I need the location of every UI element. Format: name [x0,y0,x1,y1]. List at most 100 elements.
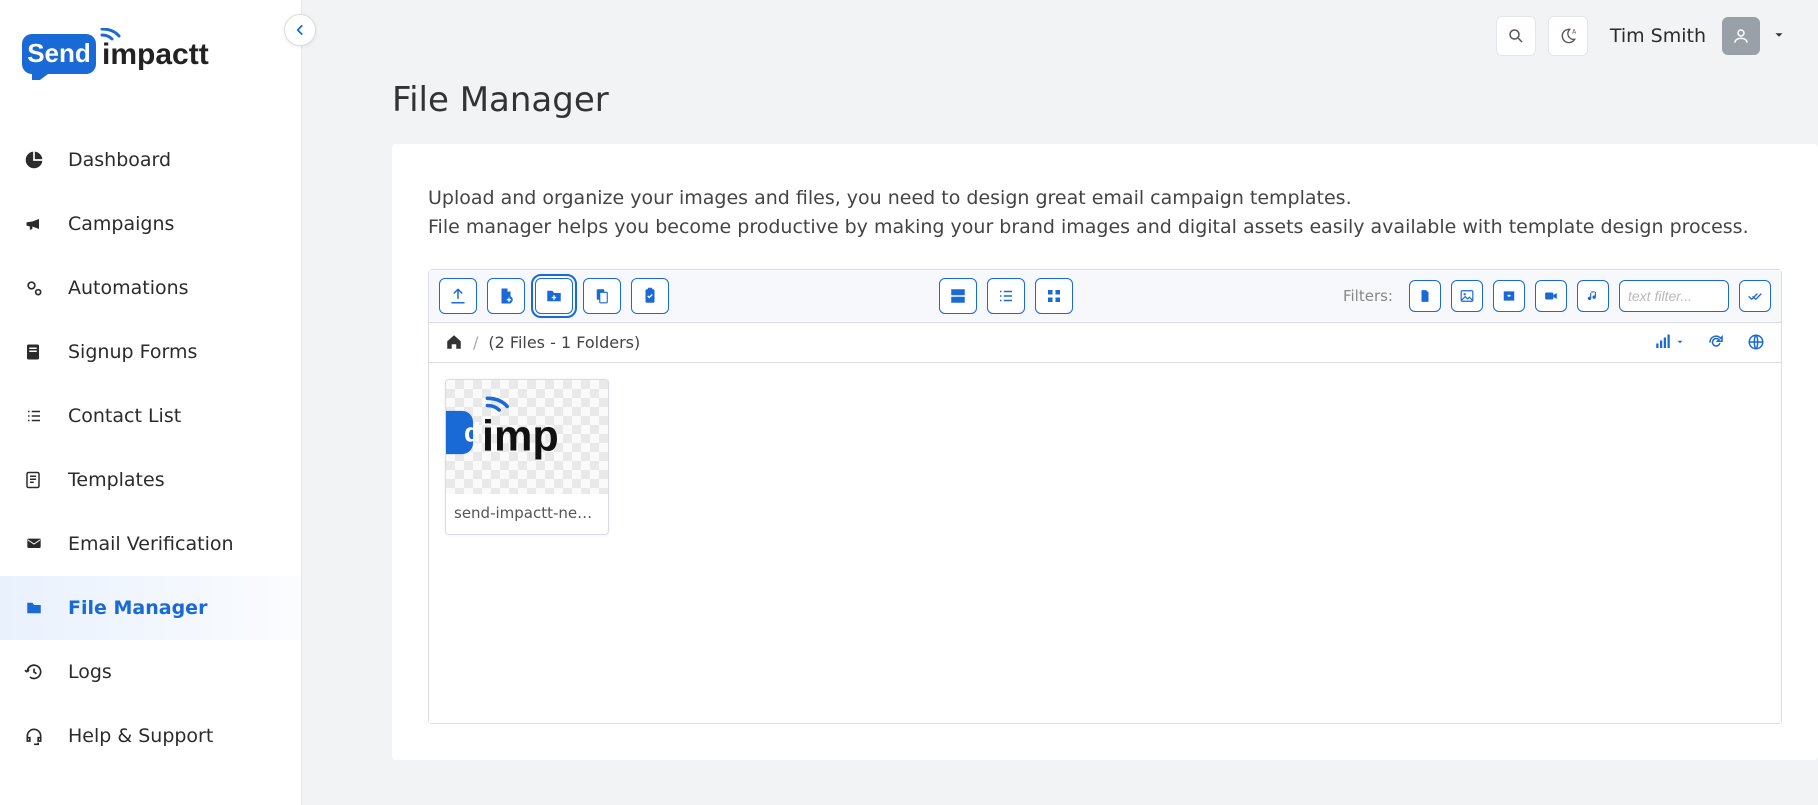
svg-text:Send: Send [27,38,91,68]
home-icon [445,333,463,351]
sidebar-item-label: Contact List [68,405,181,427]
sidebar-collapse-button[interactable] [284,14,316,46]
filter-archive-button[interactable] [1493,280,1525,312]
list-icon [24,407,46,425]
svg-text:imp: imp [482,412,559,460]
filter-audio-button[interactable] [1577,280,1609,312]
file-thumbnail: d imp [446,380,608,494]
page-description: Upload and organize your images and file… [428,184,1782,243]
filter-image-button[interactable] [1451,280,1483,312]
sidebar: Send impactt Dashboard Campaigns Automat… [0,0,302,805]
paste-button[interactable] [583,278,621,314]
gears-icon [24,278,46,298]
sidebar-item-label: Automations [68,277,189,299]
svg-text:d: d [464,417,481,447]
fm-toolbar: Filters: [429,270,1781,323]
sidebar-item-campaigns[interactable]: Campaigns [0,192,301,256]
sidebar-item-help-support[interactable]: Help & Support [0,704,301,768]
breadcrumb-separator: / [473,333,478,352]
file-icon [1418,288,1432,304]
view-list-button[interactable] [987,278,1025,314]
sidebar-item-label: Logs [68,661,112,683]
select-all-button[interactable] [1739,280,1771,312]
filter-video-button[interactable] [1535,280,1567,312]
sort-button[interactable] [1653,333,1685,351]
brand-logo: Send impactt [0,0,301,108]
breadcrumb-right [1653,333,1765,351]
double-check-icon [1747,288,1763,304]
filter-file-button[interactable] [1409,280,1441,312]
sidebar-item-automations[interactable]: Automations [0,256,301,320]
sidebar-nav: Dashboard Campaigns Automations Signup F… [0,128,301,768]
desc-line-1: Upload and organize your images and file… [428,187,1352,209]
sidebar-item-signup-forms[interactable]: Signup Forms [0,320,301,384]
history-icon [24,662,46,682]
file-name: send-impactt-new_... [446,494,608,534]
language-button[interactable] [1747,333,1765,351]
content-card: Upload and organize your images and file… [392,144,1818,760]
folder-plus-icon [545,287,563,305]
list-view-icon [997,287,1015,305]
refresh-button[interactable] [1707,333,1725,351]
boxes-icon [949,287,967,305]
upload-button[interactable] [439,278,477,314]
toolbar-center-group [939,278,1073,314]
svg-text:impactt: impactt [102,38,209,71]
folder-icon [24,599,46,617]
view-grid-button[interactable] [1035,278,1073,314]
envelope-check-icon [24,536,46,552]
sidebar-item-label: Campaigns [68,213,174,235]
brand-logo-svg: Send impactt [22,28,232,80]
caret-down-icon [1675,337,1685,347]
video-icon [1543,289,1559,303]
view-boxes-button[interactable] [939,278,977,314]
toolbar-right-group: Filters: [1343,280,1771,312]
globe-icon [1747,333,1765,351]
sidebar-item-logs[interactable]: Logs [0,640,301,704]
template-icon [24,470,46,490]
clipboard-check-icon [641,287,659,305]
sidebar-item-contact-list[interactable]: Contact List [0,384,301,448]
sidebar-item-dashboard[interactable]: Dashboard [0,128,301,192]
thumbnail-image: d imp [446,392,608,482]
fm-body: d imp send-impactt-new_... [429,363,1781,723]
page-title: File Manager [392,80,1818,120]
headset-icon [24,726,46,746]
sidebar-item-label: Dashboard [68,149,171,171]
refresh-icon [1707,333,1725,351]
sidebar-item-label: Templates [68,469,165,491]
new-file-button[interactable] [487,278,525,314]
file-card[interactable]: d imp send-impactt-new_... [445,379,609,535]
clipboard-button[interactable] [631,278,669,314]
signal-icon [1653,333,1673,351]
file-plus-icon [497,287,515,305]
paste-icon [593,287,611,305]
fm-breadcrumb: / (2 Files - 1 Folders) [429,323,1781,363]
main-content: File Manager Upload and organize your im… [302,0,1818,805]
sidebar-item-email-verification[interactable]: Email Verification [0,512,301,576]
bullhorn-icon [24,214,46,234]
sidebar-item-file-manager[interactable]: File Manager [0,576,301,640]
upload-icon [449,287,467,305]
filters-label: Filters: [1343,287,1393,305]
new-folder-button[interactable] [535,278,573,314]
toolbar-left-group [439,278,669,314]
sidebar-item-templates[interactable]: Templates [0,448,301,512]
image-icon [1459,289,1475,303]
inbox-icon [1501,289,1517,303]
desc-line-2: File manager helps you become productive… [428,216,1749,238]
home-breadcrumb[interactable] [445,333,463,351]
pie-chart-icon [24,150,46,170]
breadcrumb-info: (2 Files - 1 Folders) [488,333,640,352]
sidebar-item-label: Help & Support [68,725,213,747]
sidebar-item-label: File Manager [68,597,207,619]
sidebar-item-label: Signup Forms [68,341,197,363]
sidebar-item-label: Email Verification [68,533,234,555]
breadcrumb-left: / (2 Files - 1 Folders) [445,333,640,352]
filter-text-input[interactable] [1619,280,1729,312]
file-manager-panel: Filters: [428,269,1782,724]
chevron-left-icon [293,23,307,37]
form-icon [24,342,46,362]
music-icon [1586,288,1600,304]
grid-icon [1045,287,1063,305]
